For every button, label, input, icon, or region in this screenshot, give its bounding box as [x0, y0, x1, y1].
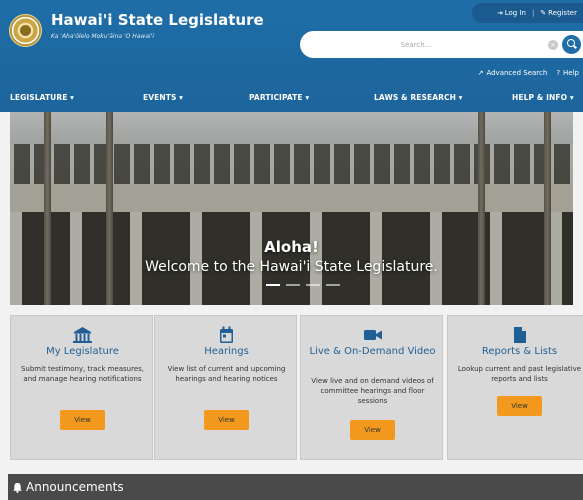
- announcements-title: Announcements: [26, 480, 124, 494]
- card-description: View live and on demand videos of commit…: [311, 377, 434, 405]
- login-label: Log In: [504, 9, 526, 17]
- view-button[interactable]: View: [350, 420, 395, 440]
- card-title: Hearings: [204, 346, 249, 357]
- help-link[interactable]: ? Help: [556, 69, 579, 77]
- search-button[interactable]: [562, 35, 581, 54]
- capitol-icon: [73, 327, 92, 343]
- carousel-dot[interactable]: [326, 284, 340, 286]
- nav-help-info[interactable]: HELP & INFO ▾: [512, 93, 574, 102]
- register-link[interactable]: ✎ Register: [540, 9, 577, 17]
- view-button[interactable]: View: [204, 410, 249, 430]
- view-button[interactable]: View: [497, 396, 542, 416]
- advanced-search-link[interactable]: ↗ Advanced Search: [478, 69, 548, 77]
- video-icon: [364, 330, 382, 340]
- external-link-icon: ↗: [477, 69, 484, 77]
- register-label: Register: [548, 9, 577, 17]
- calendar-icon: [220, 326, 233, 343]
- card-title: My Legislature: [46, 346, 119, 357]
- card-live-video[interactable]: Live & On-Demand Video View live and on …: [300, 315, 443, 460]
- card-title: Live & On-Demand Video: [309, 346, 436, 357]
- carousel-indicators: [266, 284, 340, 286]
- account-separator: |: [531, 9, 535, 17]
- hero-carousel[interactable]: Aloha! Welcome to the Hawai'i State Legi…: [10, 112, 573, 305]
- card-my-legislature[interactable]: My Legislature Submit testimony, track m…: [10, 315, 153, 460]
- view-button[interactable]: View: [60, 410, 105, 430]
- card-reports-lists[interactable]: Reports & Lists Lookup current and past …: [447, 315, 583, 460]
- card-description: Submit testimony, track measures, and ma…: [20, 365, 145, 383]
- search-input[interactable]: [316, 37, 516, 52]
- advanced-search-label: Advanced Search: [486, 69, 548, 77]
- hero-subtitle: Welcome to the Hawai'i State Legislature…: [145, 259, 438, 275]
- search-bar: ×: [300, 31, 583, 58]
- card-description: Lookup current and past legislative repo…: [457, 365, 582, 383]
- account-bar: ⇥ Log In | ✎ Register: [472, 3, 583, 23]
- card-hearings[interactable]: Hearings View list of current and upcomi…: [154, 315, 297, 460]
- question-icon: ?: [556, 69, 561, 77]
- help-label: Help: [563, 69, 579, 77]
- site-header: Hawai'i State Legislature Ka 'Aha'ōlelo …: [0, 0, 583, 112]
- nav-laws-research[interactable]: LAWS & RESEARCH ▾: [374, 93, 463, 102]
- announcements-bar[interactable]: Announcements: [8, 474, 583, 500]
- clear-search-icon[interactable]: ×: [548, 40, 558, 50]
- hero-title: Aloha!: [264, 238, 319, 256]
- carousel-dot[interactable]: [286, 284, 300, 286]
- utility-links: ↗ Advanced Search ? Help: [478, 69, 579, 77]
- main-nav: LEGISLATURE ▾ EVENTS ▾ PARTICIPATE ▾ LAW…: [0, 90, 583, 108]
- card-description: View list of current and upcoming hearin…: [167, 365, 286, 383]
- card-title: Reports & Lists: [481, 346, 558, 357]
- document-icon: [514, 327, 526, 343]
- site-motto: Ka 'Aha'ōlelo Moku'āina 'O Hawai'i: [51, 33, 155, 40]
- state-seal-icon[interactable]: [9, 14, 42, 47]
- carousel-dot[interactable]: [266, 284, 280, 286]
- bell-icon: [13, 482, 22, 493]
- login-link[interactable]: ⇥ Log In: [497, 9, 526, 17]
- edit-icon: ✎: [540, 9, 547, 17]
- login-icon: ⇥: [496, 9, 503, 17]
- site-title[interactable]: Hawai'i State Legislature: [51, 11, 264, 29]
- nav-legislature[interactable]: LEGISLATURE ▾: [10, 93, 74, 102]
- carousel-dot[interactable]: [306, 284, 320, 286]
- nav-participate[interactable]: PARTICIPATE ▾: [249, 93, 309, 102]
- nav-events[interactable]: EVENTS ▾: [143, 93, 183, 102]
